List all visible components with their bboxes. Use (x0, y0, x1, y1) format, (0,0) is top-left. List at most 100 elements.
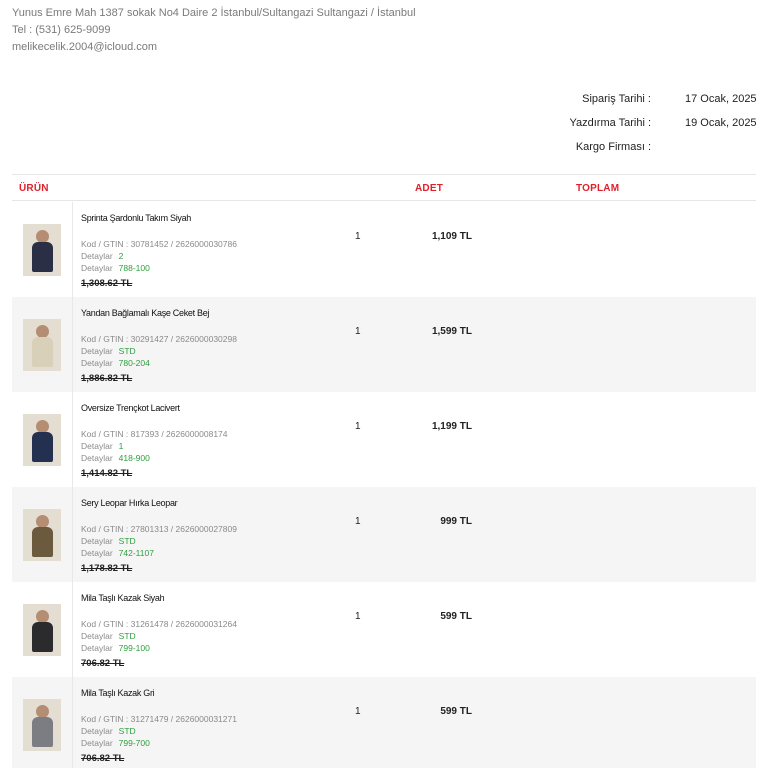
product-detail-value: STD (118, 536, 136, 546)
product-detail-label: Detaylar (81, 263, 113, 273)
print-date-label: Yazdırma Tarihi : (569, 117, 651, 129)
product-name: Yandan Bağlamalı Kaşe Ceket Bej (81, 308, 210, 318)
product-quantity: 1 (355, 706, 361, 717)
customer-address: Yunus Emre Mah 1387 sokak No4 Daire 2 İs… (12, 7, 416, 19)
product-image (23, 414, 61, 466)
product-detail-label: Detaylar (81, 631, 113, 641)
order-date-label: Sipariş Tarihi : (582, 93, 651, 105)
product-code: Kod / GTIN : 30291427 / 2626000030298 (81, 334, 237, 344)
product-detail-2: Detaylar 418-900 (81, 453, 150, 463)
table-row: Oversize Trençkot Lacivert Kod / GTIN : 8… (12, 392, 756, 487)
product-image-figure-body (32, 432, 53, 462)
product-code: Kod / GTIN : 31271479 / 2626000031271 (81, 714, 237, 724)
product-detail-1: Detaylar STD (81, 536, 136, 546)
product-detail-1: Detaylar 2 (81, 251, 123, 261)
product-name: Mila Taşlı Kazak Gri (81, 688, 155, 698)
product-image-figure-body (32, 527, 53, 557)
product-code-prefix: Kod / GTIN : (81, 239, 131, 249)
product-detail-value: 780-204 (118, 358, 150, 368)
table-row: Mila Taşlı Kazak Gri Kod / GTIN : 3127147… (12, 677, 756, 768)
product-total: 1,599 TL (431, 326, 472, 337)
product-thumbnail-cell (12, 297, 73, 392)
product-detail-label: Detaylar (81, 453, 113, 463)
product-quantity: 1 (355, 611, 361, 622)
cargo-label: Kargo Firması : (575, 141, 651, 153)
customer-email: melikecelik.2004@icloud.com (12, 41, 158, 53)
product-detail-label: Detaylar (81, 536, 113, 546)
product-thumbnail-cell (12, 582, 73, 677)
product-code: Kod / GTIN : 27801313 / 2626000027809 (81, 524, 237, 534)
product-image (23, 604, 61, 656)
product-detail-1: Detaylar STD (81, 726, 136, 736)
product-detail-label: Detaylar (81, 548, 113, 558)
product-code-prefix: Kod / GTIN : (81, 429, 131, 439)
product-old-price: 706.82 TL (81, 753, 125, 764)
product-detail-label: Detaylar (81, 441, 113, 451)
product-code: Kod / GTIN : 817393 / 2626000008174 (81, 429, 228, 439)
product-detail-2: Detaylar 799-100 (81, 643, 150, 653)
product-name: Sprinta Şardonlu Takım Siyah (81, 213, 191, 223)
product-image (23, 224, 61, 276)
product-detail-value: STD (118, 726, 136, 736)
product-code-value: 30781452 / 2626000030786 (130, 239, 237, 249)
order-date-row: Sipariş Tarihi : 17 Ocak, 2025 (0, 93, 768, 109)
product-thumbnail-cell (12, 677, 73, 768)
product-detail-1: Detaylar STD (81, 346, 136, 356)
product-detail-value: 1 (118, 441, 124, 451)
product-name: Mila Taşlı Kazak Siyah (81, 593, 165, 603)
product-detail-2: Detaylar 788-100 (81, 263, 150, 273)
column-header-total: TOPLAM (576, 183, 620, 194)
product-quantity: 1 (355, 231, 361, 242)
product-total: 1,109 TL (431, 231, 472, 242)
product-code: Kod / GTIN : 31261478 / 2626000031264 (81, 619, 237, 629)
product-quantity: 1 (355, 421, 361, 432)
product-code-prefix: Kod / GTIN : (81, 619, 131, 629)
product-code-value: 817393 / 2626000008174 (130, 429, 228, 439)
product-image-figure-body (32, 622, 53, 652)
product-detail-label: Detaylar (81, 643, 113, 653)
product-old-price: 706.82 TL (81, 658, 125, 669)
column-header-quantity: ADET (415, 183, 444, 194)
product-image (23, 509, 61, 561)
product-code-value: 27801313 / 2626000027809 (130, 524, 237, 534)
table-row: Mila Taşlı Kazak Siyah Kod / GTIN : 31261… (12, 582, 756, 677)
customer-address-block: Yunus Emre Mah 1387 sokak No4 Daire 2 İs… (12, 5, 416, 56)
product-code-prefix: Kod / GTIN : (81, 524, 131, 534)
product-detail-label: Detaylar (81, 358, 113, 368)
product-detail-1: Detaylar 1 (81, 441, 123, 451)
product-code-prefix: Kod / GTIN : (81, 714, 131, 724)
product-image-figure-body (32, 337, 53, 367)
product-detail-value: 799-700 (118, 738, 150, 748)
product-old-price: 1,178.82 TL (81, 563, 133, 574)
product-old-price: 1,308.62 TL (81, 278, 133, 289)
product-detail-value: 799-100 (118, 643, 150, 653)
product-detail-2: Detaylar 742-1107 (81, 548, 154, 558)
product-detail-label: Detaylar (81, 738, 113, 748)
product-detail-value: 788-100 (118, 263, 150, 273)
product-total: 599 TL (440, 706, 472, 717)
product-detail-1: Detaylar STD (81, 631, 136, 641)
product-quantity: 1 (355, 326, 361, 337)
product-detail-label: Detaylar (81, 251, 113, 261)
product-code-value: 31271479 / 2626000031271 (130, 714, 237, 724)
product-code-value: 30291427 / 2626000030298 (130, 334, 237, 344)
customer-phone: Tel : (531) 625-9099 (12, 24, 111, 36)
product-detail-label: Detaylar (81, 346, 113, 356)
product-detail-value: STD (118, 631, 136, 641)
product-old-price: 1,414.82 TL (81, 468, 133, 479)
table-header: ÜRÜN ADET TOPLAM (12, 175, 756, 201)
cargo-row: Kargo Firması : (0, 141, 768, 157)
product-total: 1,199 TL (431, 421, 472, 432)
product-detail-value: 2 (118, 251, 124, 261)
product-thumbnail-cell (12, 392, 73, 487)
product-total: 599 TL (440, 611, 472, 622)
product-code-prefix: Kod / GTIN : (81, 334, 131, 344)
product-old-price: 1,886.82 TL (81, 373, 133, 384)
product-code-value: 31261478 / 2626000031264 (130, 619, 237, 629)
product-image-figure-body (32, 717, 53, 747)
product-thumbnail-cell (12, 487, 73, 582)
table-row: Sprinta Şardonlu Takım Siyah Kod / GTIN :… (12, 202, 756, 297)
table-row: Yandan Bağlamalı Kaşe Ceket Bej Kod / GTI… (12, 297, 756, 392)
product-total: 999 TL (440, 516, 472, 527)
order-date-value: 17 Ocak, 2025 (685, 93, 757, 105)
